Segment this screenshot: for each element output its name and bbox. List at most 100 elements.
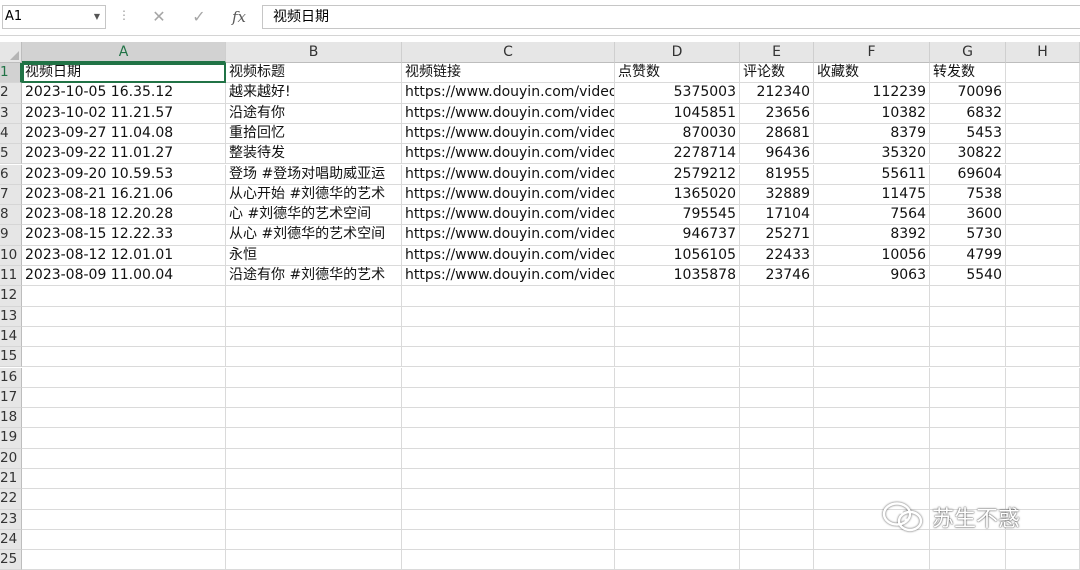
row-header-4[interactable]: 4 [0,123,22,145]
cell-c1[interactable]: 视频链接 [402,63,615,84]
cell-b1[interactable]: 视频标题 [226,63,402,84]
cell-g13[interactable] [930,306,1006,327]
row-header-9[interactable]: 9 [0,225,22,246]
cell-h1[interactable] [1006,63,1080,84]
row-header-1[interactable]: 1 [0,63,22,84]
cell-f5[interactable]: 35320 [814,144,930,165]
cell-f15[interactable] [814,347,930,368]
formula-input[interactable]: 视频日期 [262,5,1080,29]
cell-d10[interactable]: 1056105 [615,245,740,266]
cell-e7[interactable]: 32889 [740,184,814,206]
cell-e11[interactable]: 23746 [740,266,814,287]
cell-g5[interactable]: 30822 [930,144,1006,165]
row-header-16[interactable]: 16 [0,367,22,388]
cell-h25[interactable] [1006,550,1080,570]
cell-g11[interactable]: 5540 [930,266,1006,287]
cell-d17[interactable] [615,387,740,409]
cell-d12[interactable] [615,286,740,307]
cell-g18[interactable] [930,408,1006,429]
cell-g14[interactable] [930,326,1006,348]
cell-g7[interactable]: 7538 [930,184,1006,206]
cell-d2[interactable]: 5375003 [615,83,740,104]
cell-d13[interactable] [615,306,740,327]
cell-f11[interactable]: 9063 [814,266,930,287]
cell-e9[interactable]: 25271 [740,225,814,246]
row-header-14[interactable]: 14 [0,326,22,348]
row-header-19[interactable]: 19 [0,428,22,449]
cell-g8[interactable]: 3600 [930,205,1006,226]
cell-f6[interactable]: 55611 [814,164,930,185]
cell-e25[interactable] [740,550,814,570]
cell-h20[interactable] [1006,448,1080,469]
cell-f16[interactable] [814,367,930,388]
cell-h18[interactable] [1006,408,1080,429]
cell-f18[interactable] [814,408,930,429]
cell-e24[interactable] [740,529,814,551]
row-header-23[interactable]: 23 [0,509,22,530]
cell-b2[interactable]: 越来越好! [226,83,402,104]
cell-d14[interactable] [615,326,740,348]
cell-a16[interactable] [22,367,226,388]
row-header-3[interactable]: 3 [0,103,22,124]
cell-a18[interactable] [22,408,226,429]
cell-c3[interactable]: https://www.douyin.com/video [402,103,615,124]
cell-f25[interactable] [814,550,930,570]
cell-h4[interactable] [1006,123,1080,145]
cell-a15[interactable] [22,347,226,368]
cell-a10[interactable]: 2023-08-12 12.01.01 [22,245,226,266]
cell-a4[interactable]: 2023-09-27 11.04.08 [22,123,226,145]
cell-c20[interactable] [402,448,615,469]
cell-d11[interactable]: 1035878 [615,266,740,287]
cell-a14[interactable] [22,326,226,348]
cell-h21[interactable] [1006,469,1080,490]
select-all-button[interactable] [0,42,22,63]
cell-b16[interactable] [226,367,402,388]
cell-c4[interactable]: https://www.douyin.com/video [402,123,615,145]
cell-a24[interactable] [22,529,226,551]
cell-a21[interactable] [22,469,226,490]
cell-c24[interactable] [402,529,615,551]
cell-h3[interactable] [1006,103,1080,124]
cell-g15[interactable] [930,347,1006,368]
cell-d15[interactable] [615,347,740,368]
cell-f7[interactable]: 11475 [814,184,930,206]
cell-b24[interactable] [226,529,402,551]
cell-g17[interactable] [930,387,1006,409]
cell-c19[interactable] [402,428,615,449]
row-header-22[interactable]: 22 [0,489,22,510]
cell-f19[interactable] [814,428,930,449]
cell-f17[interactable] [814,387,930,409]
cell-f21[interactable] [814,469,930,490]
cell-a13[interactable] [22,306,226,327]
row-header-20[interactable]: 20 [0,448,22,469]
cell-h16[interactable] [1006,367,1080,388]
cell-d4[interactable]: 870030 [615,123,740,145]
cell-e19[interactable] [740,428,814,449]
cell-h6[interactable] [1006,164,1080,185]
cell-e17[interactable] [740,387,814,409]
cell-c13[interactable] [402,306,615,327]
cell-d18[interactable] [615,408,740,429]
row-header-2[interactable]: 2 [0,83,22,104]
cell-a12[interactable] [22,286,226,307]
cell-f9[interactable]: 8392 [814,225,930,246]
cell-h14[interactable] [1006,326,1080,348]
cell-d8[interactable]: 795545 [615,205,740,226]
cell-e1[interactable]: 评论数 [740,63,814,84]
cell-e18[interactable] [740,408,814,429]
cell-a23[interactable] [22,509,226,530]
cell-a7[interactable]: 2023-08-21 16.21.06 [22,184,226,206]
cell-c14[interactable] [402,326,615,348]
cell-d1[interactable]: 点赞数 [615,63,740,84]
column-header-e[interactable]: E [740,42,814,63]
cell-h12[interactable] [1006,286,1080,307]
cell-h2[interactable] [1006,83,1080,104]
cell-f8[interactable]: 7564 [814,205,930,226]
cell-e10[interactable]: 22433 [740,245,814,266]
cell-c21[interactable] [402,469,615,490]
cell-c12[interactable] [402,286,615,307]
cell-h7[interactable] [1006,184,1080,206]
column-header-d[interactable]: D [615,42,740,63]
row-header-8[interactable]: 8 [0,205,22,226]
cell-g20[interactable] [930,448,1006,469]
